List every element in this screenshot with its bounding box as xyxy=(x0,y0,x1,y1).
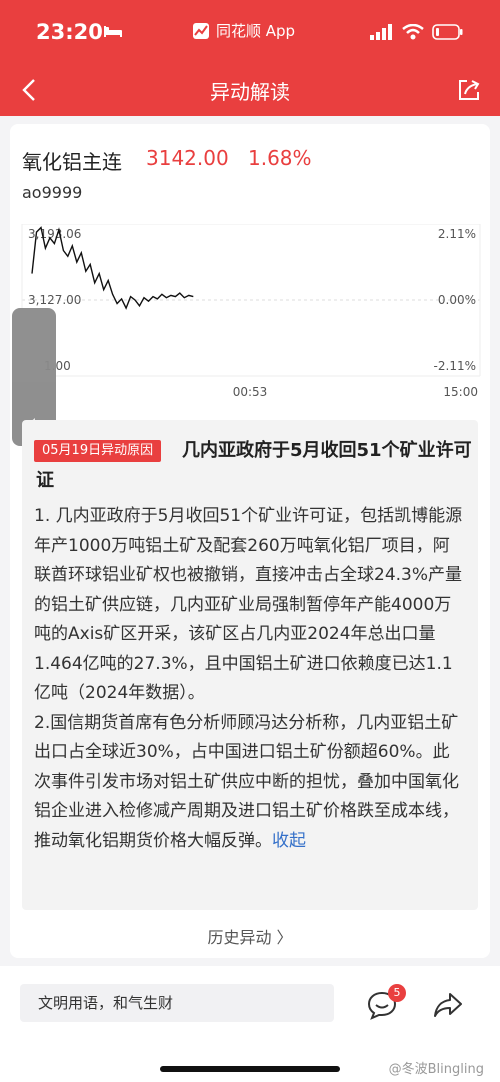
bottom-bar: 文明用语，和气生财 5 @冬波Blingling xyxy=(0,966,500,1082)
x-tick-end: 15:00 xyxy=(443,385,478,399)
reason-body: 1. 几内亚政府于5月收回51个矿业许可证，包括凯博能源年产1000万吨铝土矿及… xyxy=(34,502,466,856)
reason-box: 05月19日异动原因 几内亚政府于5月收回51个矿业许可证 1. 几内亚政府于5… xyxy=(22,420,478,910)
intraday-chart[interactable]: 3,193.06 3,127.00 1.00 2.11% 0.00% -2.11… xyxy=(10,224,490,404)
comment-count-badge: 5 xyxy=(388,984,406,1002)
y-tick-mid: 3,127.00 xyxy=(28,293,81,307)
y-right-tick-mid: 0.00% xyxy=(438,293,476,307)
sleep-mode-icon xyxy=(104,26,122,37)
history-link[interactable]: 历史异动 〉 xyxy=(10,924,490,948)
battery-icon xyxy=(432,24,463,40)
watermark: @冬波Blingling xyxy=(388,1062,484,1077)
status-bar: 23:20 同花顺 App xyxy=(0,0,500,64)
instrument-code: ao9999 xyxy=(22,183,83,202)
last-price: 3142.00 xyxy=(146,146,229,170)
collapse-link[interactable]: 收起 xyxy=(272,831,306,851)
reason-paragraph-2: 2.国信期货首席有色分析师顾冯达分析称，几内亚铝土矿出口占全球近30%，占中国进… xyxy=(34,709,466,857)
app-indicator[interactable]: 同花顺 App xyxy=(192,20,295,41)
y-right-tick-bottom: -2.11% xyxy=(434,359,476,373)
nav-header: 异动解读 xyxy=(0,64,500,116)
reason-title: 几内亚政府于5月收回51个矿业许可证 xyxy=(36,440,472,491)
status-time: 23:20 xyxy=(36,20,103,44)
comment-input[interactable]: 文明用语，和气生财 xyxy=(20,984,334,1022)
wifi-icon xyxy=(402,24,424,40)
forward-icon[interactable] xyxy=(432,990,464,1020)
share-icon[interactable] xyxy=(456,77,482,103)
page-title: 异动解读 xyxy=(210,80,290,104)
reason-paragraph-2-text: 2.国信期货首席有色分析师顾冯达分析称，几内亚铝土矿出口占全球近30%，占中国进… xyxy=(34,712,459,851)
change-percent: 1.68% xyxy=(248,146,312,170)
tonghuashun-logo-icon xyxy=(193,22,209,39)
y-right-tick-top: 2.11% xyxy=(438,227,476,241)
reason-paragraph-1: 1. 几内亚政府于5月收回51个矿业许可证，包括凯博能源年产1000万吨铝土矿及… xyxy=(34,506,463,703)
instrument-name[interactable]: 氧化铝主连 xyxy=(22,146,122,175)
x-tick-mid: 00:53 xyxy=(233,385,268,399)
signal-icon xyxy=(370,24,392,40)
app-name: 同花顺 App xyxy=(216,22,296,40)
home-indicator xyxy=(160,1066,340,1072)
